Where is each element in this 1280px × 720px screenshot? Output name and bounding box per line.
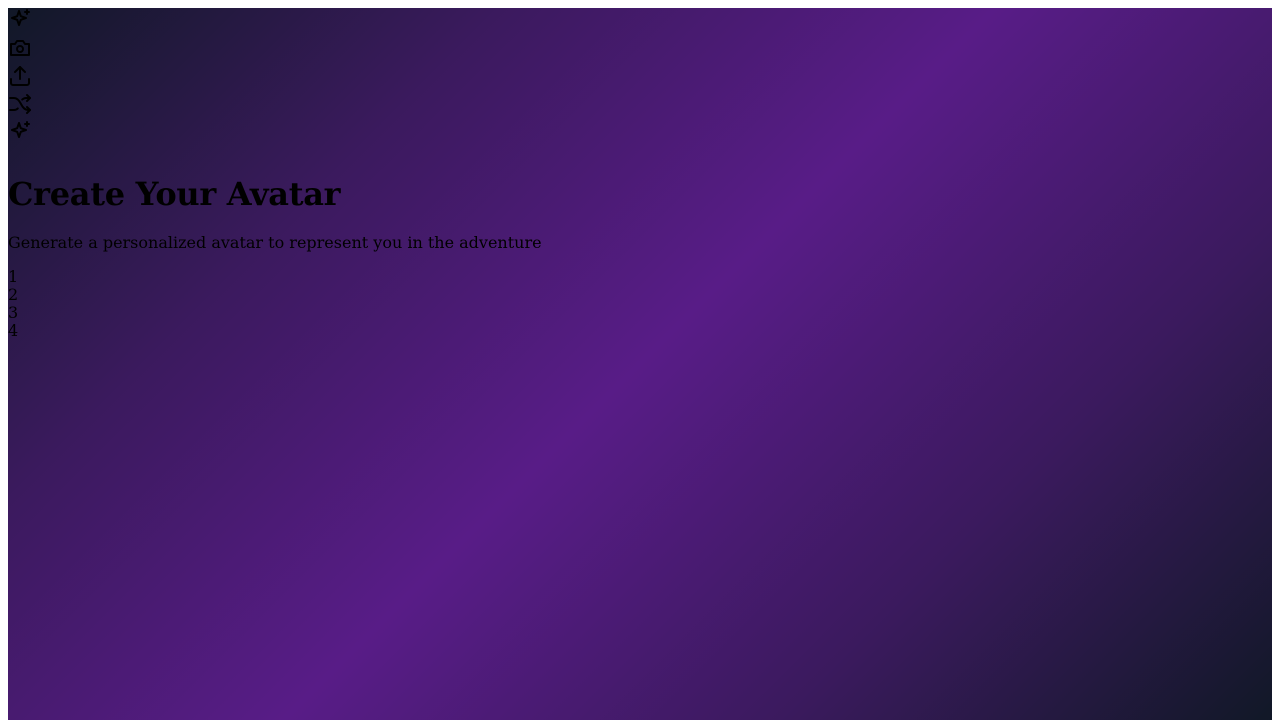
step-4[interactable]: 4 — [8, 322, 1272, 340]
step-2[interactable]: 2 — [8, 286, 1272, 304]
page-title: Create Your Avatar — [8, 175, 341, 213]
step-3[interactable]: 3 — [8, 304, 1272, 322]
step-indicator: 1 2 3 4 — [8, 268, 1272, 340]
upload-icon[interactable] — [8, 64, 32, 92]
step-1[interactable]: 1 — [8, 268, 1272, 286]
page-subtitle: Generate a personalized avatar to repres… — [8, 233, 542, 252]
avatar-creator-page: Create Your Avatar Generate a personaliz… — [8, 8, 1272, 720]
shuffle-icon[interactable] — [8, 92, 32, 120]
sparkles-icon — [8, 120, 32, 148]
sparkles-icon — [8, 8, 32, 36]
camera-icon[interactable] — [8, 36, 32, 64]
icon-stack — [8, 8, 1272, 148]
